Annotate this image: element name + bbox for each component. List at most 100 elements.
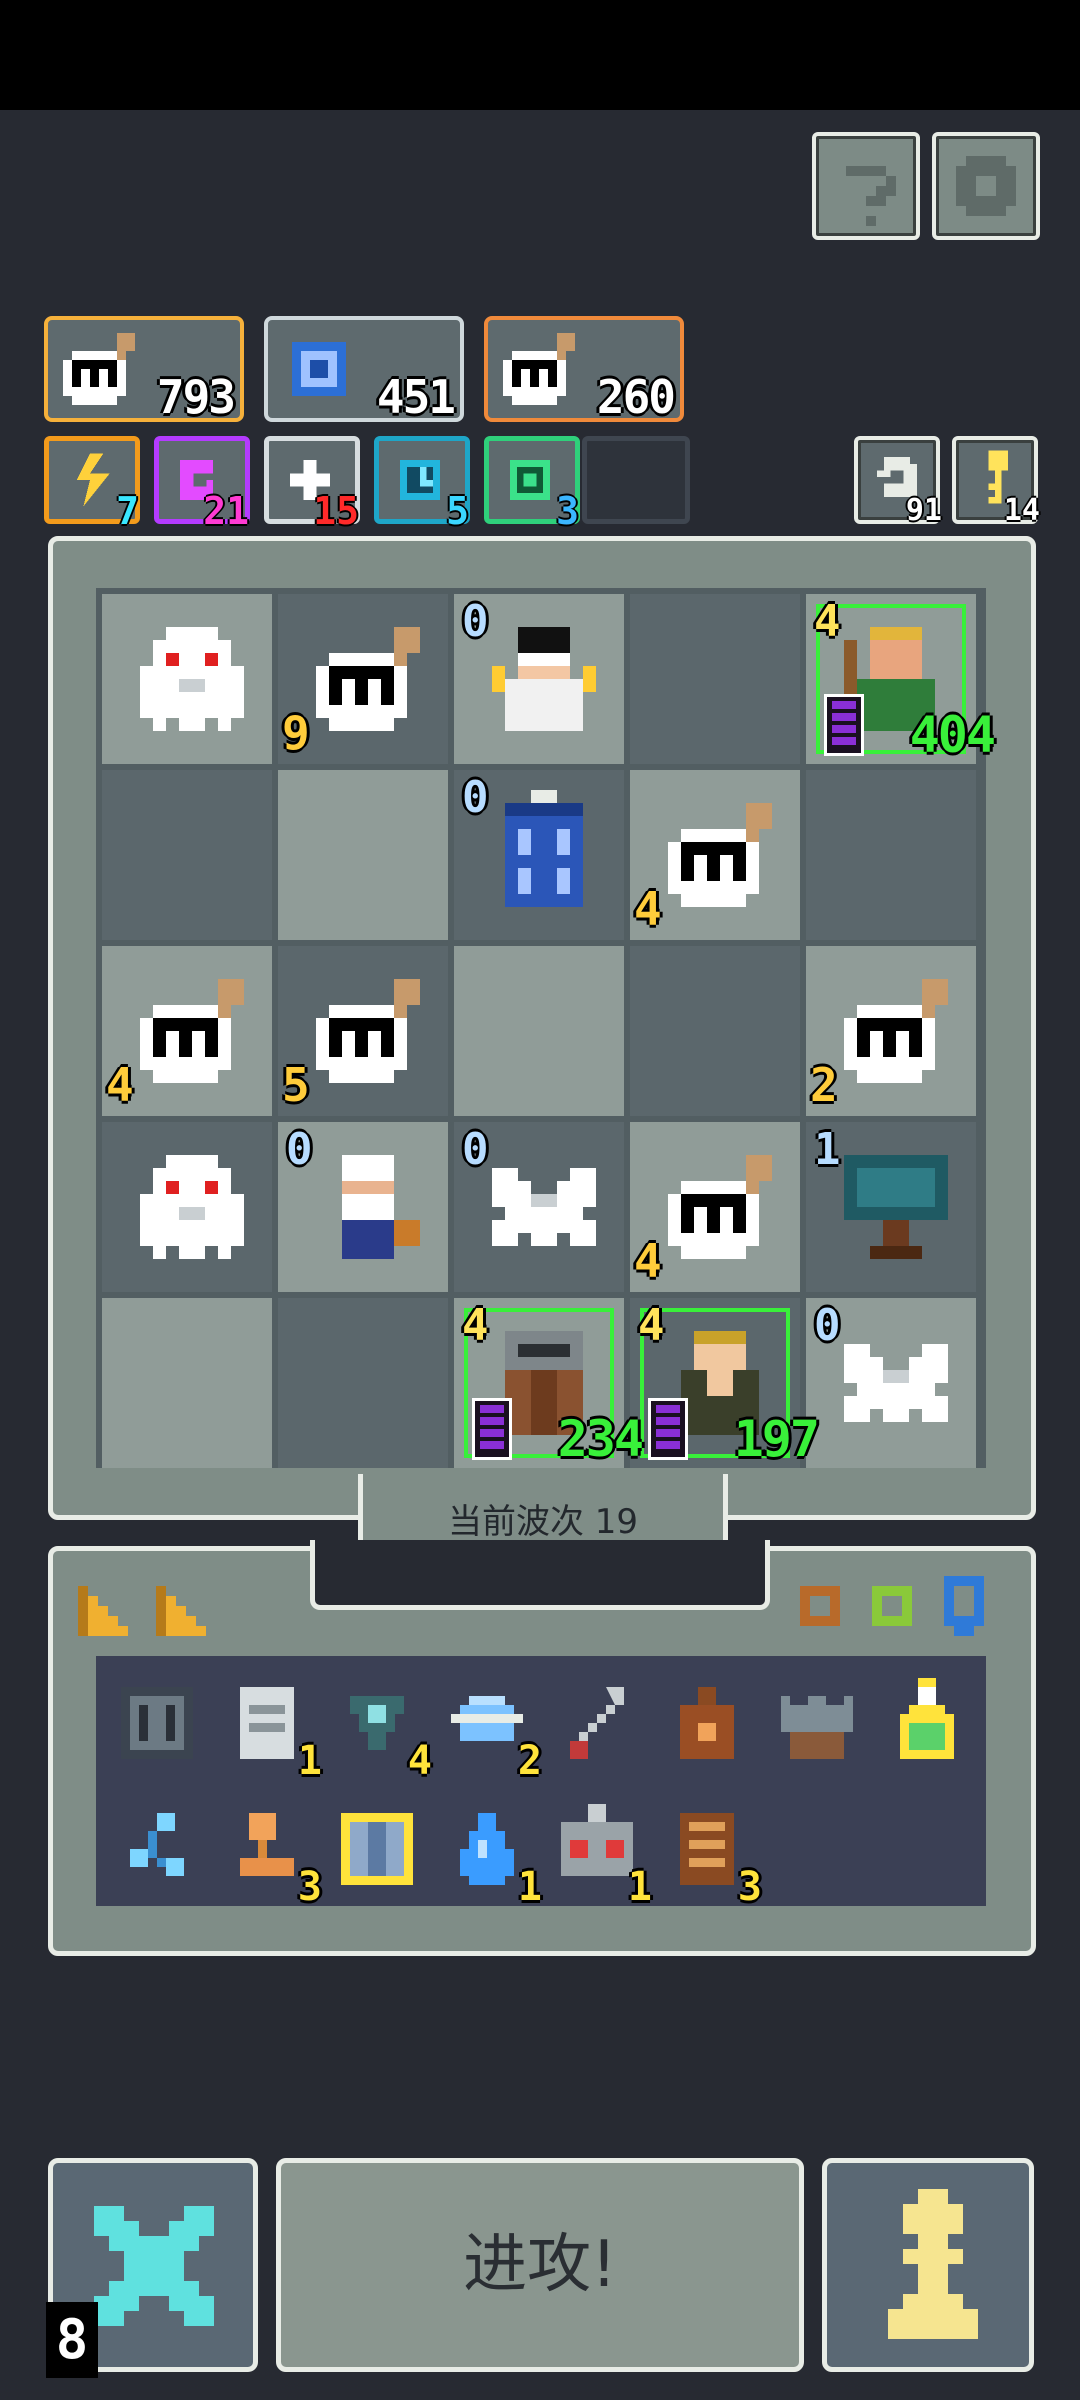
board-cell[interactable]: 4 404 [806,594,996,765]
inventory-item[interactable]: 3 [662,1804,762,1910]
stat-box[interactable]: 5 [374,436,470,533]
key-counter[interactable]: 14 [952,436,1040,528]
board-cell[interactable]: 0 [454,770,624,940]
white-dragon-piece[interactable]: 0 [806,1298,976,1468]
inventory-item[interactable]: 4 [332,1678,432,1784]
board-cell[interactable] [630,594,800,764]
piece-level: 1 [814,1124,841,1175]
stat-box[interactable]: 3 [484,436,580,533]
ghost-icon [140,627,244,731]
board-cell[interactable]: 4 [102,946,272,1116]
ghost-piece[interactable] [102,594,272,764]
inventory-item[interactable] [772,1678,862,1768]
equipment-slots[interactable] [790,1572,1010,1642]
stat-box[interactable]: 7 [44,436,140,533]
attack-button[interactable]: 进攻! [276,2158,804,2372]
board-cell[interactable]: 0 [806,1298,976,1468]
bomb-piece[interactable]: 9 [278,594,448,764]
inventory-item[interactable]: 2 [442,1678,542,1784]
inventory-item[interactable] [112,1678,202,1768]
help-button[interactable] [812,132,920,240]
board-cell[interactable] [278,770,448,940]
tree-piece[interactable]: 1 [806,1122,976,1292]
stat-box[interactable]: 15 [264,436,360,533]
board-cell[interactable]: 4 197 [630,1298,820,1469]
target-icon [510,460,550,500]
archer-piece[interactable]: 4 404 [806,594,996,765]
ghost-piece[interactable] [102,1122,272,1292]
bomb-piece[interactable]: 4 [630,770,800,940]
inventory-item[interactable] [112,1804,202,1894]
resource-value: 451 [376,370,456,424]
bomb-piece[interactable]: 5 [278,946,448,1116]
gear-icon [956,156,1016,216]
armor-icon [341,1813,413,1885]
piece-level: 0 [462,1124,489,1175]
knight-piece[interactable]: 4 234 [454,1298,644,1469]
piece-count: 4 [634,1234,662,1288]
inventory-item[interactable]: 1 [552,1804,652,1910]
board-cell[interactable]: 1 [806,1122,976,1292]
piece-hp: 197 [733,1410,820,1468]
inventory-item[interactable]: 1 [222,1678,322,1784]
bomb-piece[interactable]: 4 [102,946,272,1116]
bomb-piece[interactable]: 2 [806,946,976,1116]
tree-icon [844,1155,948,1259]
piece-hp: 404 [909,706,996,764]
vortex-icon [292,342,346,396]
wedge-icon [156,1586,206,1636]
white-dragon-piece[interactable]: 0 [454,1122,624,1292]
board-cell[interactable] [806,770,976,940]
stat-value: 5 [446,489,469,533]
settings-button[interactable] [932,132,1040,240]
board-cell[interactable]: 4 234 [454,1298,644,1469]
board-cell[interactable] [102,770,272,940]
ghost-icon [140,1155,244,1259]
resource-counter: 793 [44,316,244,424]
piece-count: 2 [810,1058,838,1112]
stat-box[interactable]: 21 [154,436,250,533]
soldier-piece[interactable]: 4 197 [630,1298,820,1469]
board-cell[interactable] [102,1298,272,1468]
board-cell[interactable] [102,1122,272,1292]
bomb-icon [316,979,420,1083]
scientist-piece[interactable]: 0 [454,594,624,764]
board-cell[interactable] [630,946,800,1116]
inventory-item[interactable]: 3 [222,1804,322,1910]
board-cell[interactable] [454,946,624,1116]
grate-icon [121,1687,193,1759]
piece-level: 4 [638,1300,665,1351]
inventory-item[interactable]: 1 [442,1804,542,1910]
bomb-icon [668,1155,772,1259]
pawn-button[interactable] [822,2158,1034,2372]
inventory-item[interactable] [552,1678,642,1768]
inventory-item[interactable] [332,1804,422,1894]
tab-wedges[interactable] [78,1572,228,1642]
energy-bar [824,694,864,756]
board-cell[interactable]: 0 [454,1122,624,1292]
undo-button[interactable]: 91 [854,436,942,528]
bomb-icon [503,333,575,405]
board-cell[interactable]: 0 [278,1122,448,1292]
bomb-piece[interactable]: 4 [630,1122,800,1292]
board-cell[interactable]: 9 [278,594,448,764]
board-cell[interactable]: 2 [806,946,976,1116]
resource-counter: 260 [484,316,684,424]
bag-icon [680,1687,734,1759]
board-cell[interactable]: 0 [454,594,624,764]
police-box-piece[interactable]: 0 [454,770,624,940]
inventory-item[interactable] [882,1678,972,1768]
board-cell[interactable]: 4 [630,1122,800,1292]
board-cell[interactable]: 4 [630,770,800,940]
board-cell[interactable]: 5 [278,946,448,1116]
bomb-icon [844,979,948,1083]
item-count: 1 [517,1864,542,1910]
board-cell[interactable] [278,1298,448,1468]
green-ring-icon [872,1586,912,1626]
scientist-icon [492,627,596,731]
inventory-item[interactable] [662,1678,752,1768]
board-cell[interactable] [102,594,272,764]
bard-piece[interactable]: 0 [278,1122,448,1292]
bomb-icon [63,333,135,405]
item-count: 4 [407,1738,432,1784]
